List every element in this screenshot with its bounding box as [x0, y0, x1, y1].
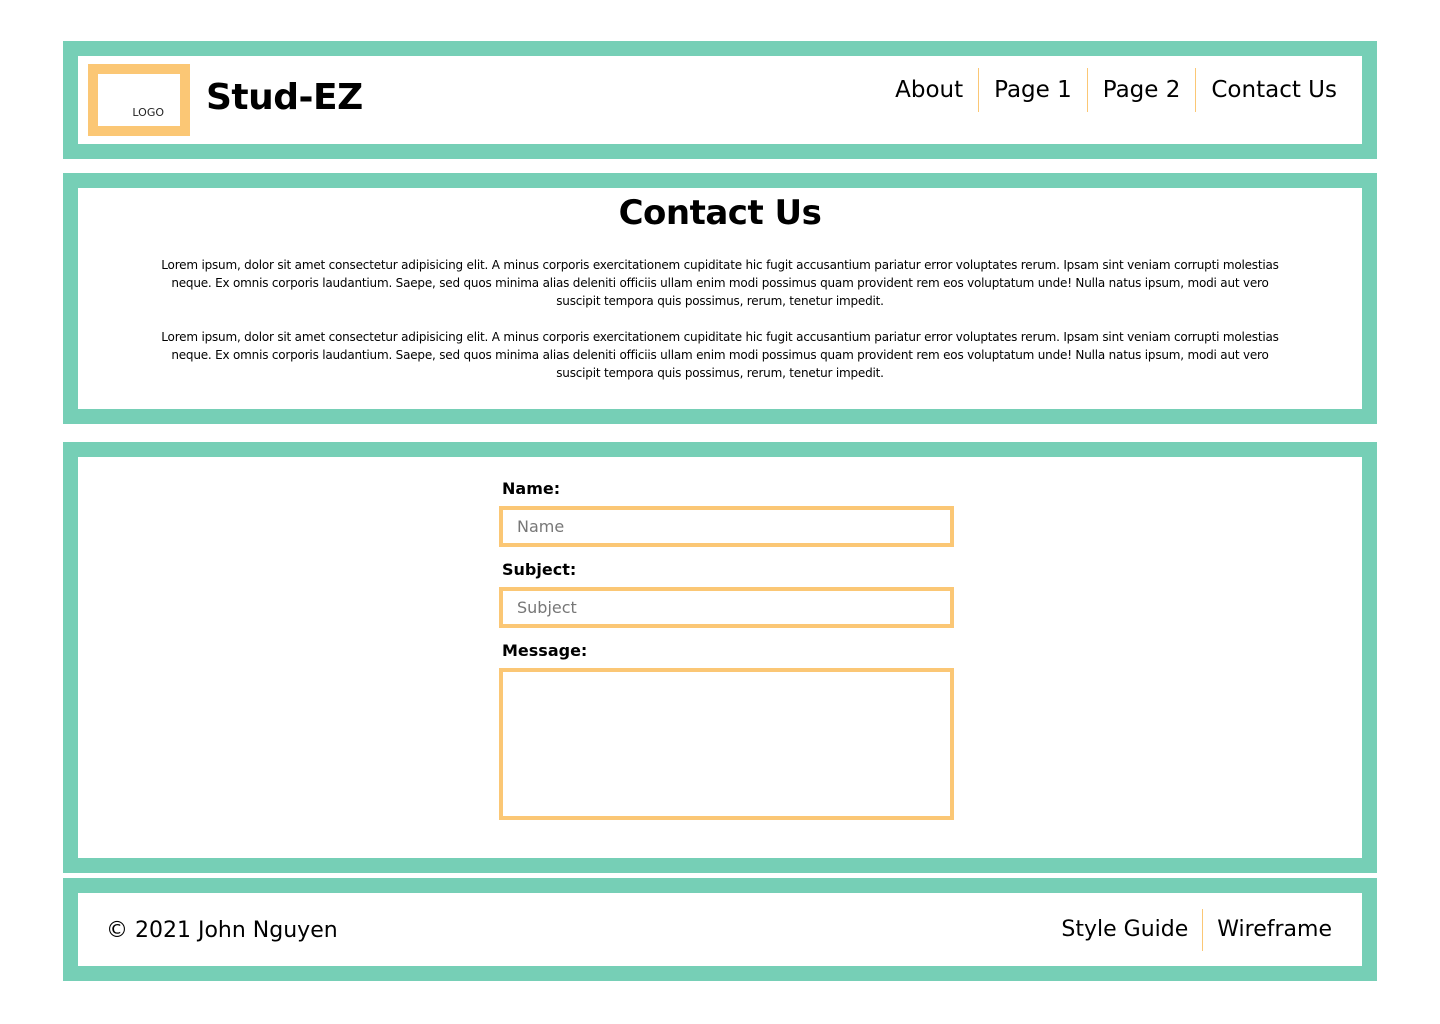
logo[interactable]: LOGO: [88, 64, 190, 136]
message-textarea[interactable]: [499, 668, 954, 820]
subject-input[interactable]: [499, 587, 954, 628]
name-label: Name:: [502, 479, 561, 498]
nav-item-contact-us[interactable]: Contact Us: [1195, 68, 1352, 112]
intro-paragraph-1: Lorem ipsum, dolor sit amet consectetur …: [161, 258, 1279, 308]
main-nav: About Page 1 Page 2 Contact Us: [880, 68, 1352, 112]
name-input[interactable]: [499, 506, 954, 547]
message-label: Message:: [502, 641, 588, 660]
brand-title: Stud-EZ: [206, 77, 363, 118]
site-header: LOGO Stud-EZ About Page 1 Page 2 Contact…: [63, 41, 1377, 159]
copyright-text: © 2021 John Nguyen: [106, 918, 338, 943]
contact-form-section: Name: Subject: Message:: [63, 442, 1377, 873]
footer-link-wireframe[interactable]: Wireframe: [1202, 909, 1346, 951]
nav-item-page-1[interactable]: Page 1: [978, 68, 1087, 112]
page-title: Contact Us: [618, 193, 822, 233]
footer-nav: Style Guide Wireframe: [1047, 909, 1346, 951]
intro-section: Contact Us Lorem ipsum, dolor sit amet c…: [63, 173, 1377, 424]
intro-paragraph-2: Lorem ipsum, dolor sit amet consectetur …: [161, 330, 1279, 380]
site-footer: © 2021 John Nguyen Style Guide Wireframe: [63, 878, 1377, 981]
subject-label: Subject:: [502, 560, 577, 579]
logo-text: LOGO: [132, 106, 164, 119]
nav-item-page-2[interactable]: Page 2: [1086, 68, 1196, 112]
contact-form: Name: Subject: Message:: [499, 477, 954, 820]
nav-item-about[interactable]: About: [880, 68, 978, 112]
footer-link-style-guide[interactable]: Style Guide: [1047, 909, 1202, 951]
